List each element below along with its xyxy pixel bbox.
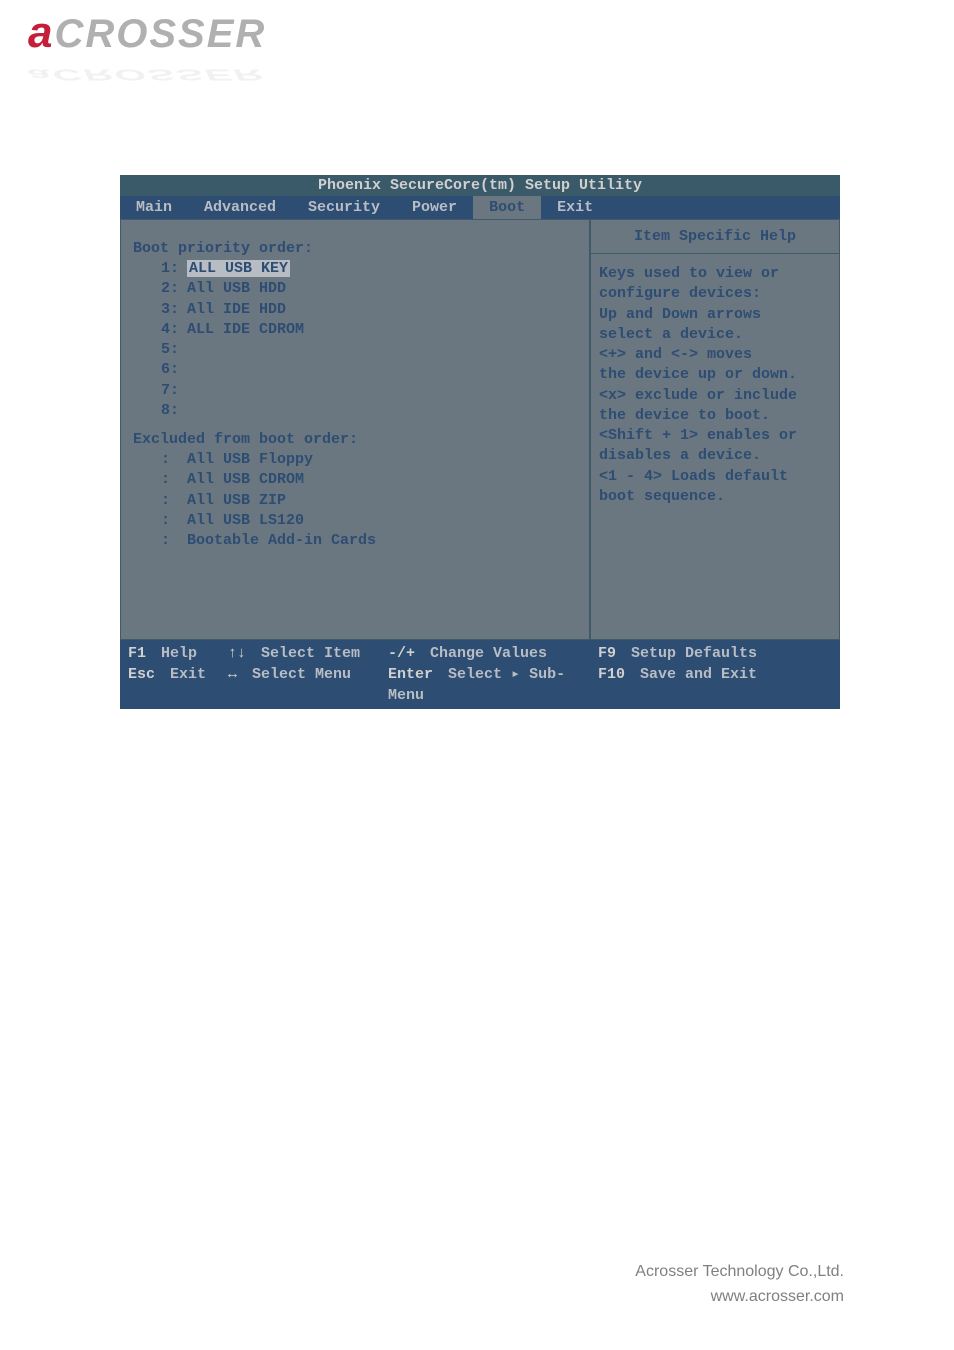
- logo: aCROSSER: [28, 8, 266, 58]
- footer-label-select-item: Select Item: [261, 645, 360, 662]
- footer-key-f9: F9: [598, 645, 616, 662]
- boot-item-8[interactable]: 8:: [161, 401, 577, 421]
- main-panel: Boot priority order: 1:ALL USB KEY 2:All…: [120, 220, 590, 640]
- footer-label-select-menu: Select Menu: [252, 666, 351, 683]
- help-body: Keys used to view or configure devices: …: [591, 254, 839, 517]
- footer-key-esc: Esc: [128, 666, 155, 683]
- logo-reflection: aCROSSER: [28, 66, 264, 84]
- footer-bar: F1 Help ↑↓ Select Item -/+ Change Values…: [120, 640, 840, 709]
- content-area: Boot priority order: 1:ALL USB KEY 2:All…: [120, 220, 840, 640]
- boot-priority-list: 1:ALL USB KEY 2:All USB HDD 3:All IDE HD…: [161, 259, 577, 421]
- footer-label-setup-defaults: Setup Defaults: [631, 645, 757, 662]
- help-line: the device up or down.: [599, 365, 831, 385]
- boot-item-1[interactable]: 1:ALL USB KEY: [161, 259, 577, 279]
- footer-key-f1: F1: [128, 645, 146, 662]
- logo-first-letter: a: [28, 8, 54, 57]
- footer-key-plusminus: -/+: [388, 645, 415, 662]
- help-line: configure devices:: [599, 284, 831, 304]
- boot-priority-label: Boot priority order:: [133, 240, 577, 257]
- excluded-item-2[interactable]: :All USB CDROM: [161, 470, 577, 490]
- footer-label-exit: Exit: [170, 666, 206, 683]
- boot-item-2[interactable]: 2:All USB HDD: [161, 279, 577, 299]
- company-footer: Acrosser Technology Co.,Ltd. www.acrosse…: [635, 1259, 844, 1310]
- footer-key-f10: F10: [598, 666, 625, 683]
- logo-rest: CROSSER: [54, 12, 266, 56]
- tab-security[interactable]: Security: [292, 196, 396, 219]
- help-panel: Item Specific Help Keys used to view or …: [590, 220, 840, 640]
- excluded-list: :All USB Floppy :All USB CDROM :All USB …: [161, 450, 577, 551]
- help-line: <Shift + 1> enables or: [599, 426, 831, 446]
- tab-boot[interactable]: Boot: [473, 196, 541, 219]
- bios-window: Phoenix SecureCore(tm) Setup Utility Mai…: [120, 175, 840, 709]
- footer-key-updown: ↑↓: [228, 645, 246, 662]
- footer-label-change-values: Change Values: [430, 645, 547, 662]
- bios-title: Phoenix SecureCore(tm) Setup Utility: [120, 175, 840, 196]
- footer-row-1: F1 Help ↑↓ Select Item -/+ Change Values…: [128, 643, 832, 664]
- footer-key-enter: Enter: [388, 666, 433, 683]
- tab-exit[interactable]: Exit: [541, 196, 609, 219]
- excluded-label: Excluded from boot order:: [133, 431, 577, 448]
- help-line: boot sequence.: [599, 487, 831, 507]
- tab-main[interactable]: Main: [120, 196, 188, 219]
- footer-label-help: Help: [161, 645, 197, 662]
- tab-bar: Main Advanced Security Power Boot Exit: [120, 196, 840, 220]
- help-line: <+> and <-> moves: [599, 345, 831, 365]
- excluded-item-3[interactable]: :All USB ZIP: [161, 491, 577, 511]
- help-line: Up and Down arrows: [599, 305, 831, 325]
- footer-label-save-exit: Save and Exit: [640, 666, 757, 683]
- boot-item-7[interactable]: 7:: [161, 381, 577, 401]
- help-title: Item Specific Help: [591, 220, 839, 254]
- excluded-item-4[interactable]: :All USB LS120: [161, 511, 577, 531]
- excluded-item-1[interactable]: :All USB Floppy: [161, 450, 577, 470]
- company-url: www.acrosser.com: [635, 1284, 844, 1310]
- tab-power[interactable]: Power: [396, 196, 473, 219]
- boot-item-4[interactable]: 4:ALL IDE CDROM: [161, 320, 577, 340]
- boot-item-6[interactable]: 6:: [161, 360, 577, 380]
- excluded-item-5[interactable]: :Bootable Add-in Cards: [161, 531, 577, 551]
- footer-row-2: Esc Exit ↔ Select Menu Enter Select ▸ Su…: [128, 664, 832, 706]
- boot-item-5[interactable]: 5:: [161, 340, 577, 360]
- company-name: Acrosser Technology Co.,Ltd.: [635, 1259, 844, 1285]
- help-line: Keys used to view or: [599, 264, 831, 284]
- help-line: the device to boot.: [599, 406, 831, 426]
- help-line: <x> exclude or include: [599, 386, 831, 406]
- help-line: select a device.: [599, 325, 831, 345]
- help-line: disables a device.: [599, 446, 831, 466]
- tab-advanced[interactable]: Advanced: [188, 196, 292, 219]
- help-line: <1 - 4> Loads default: [599, 467, 831, 487]
- footer-key-leftright: ↔: [228, 666, 237, 683]
- boot-item-3[interactable]: 3:All IDE HDD: [161, 300, 577, 320]
